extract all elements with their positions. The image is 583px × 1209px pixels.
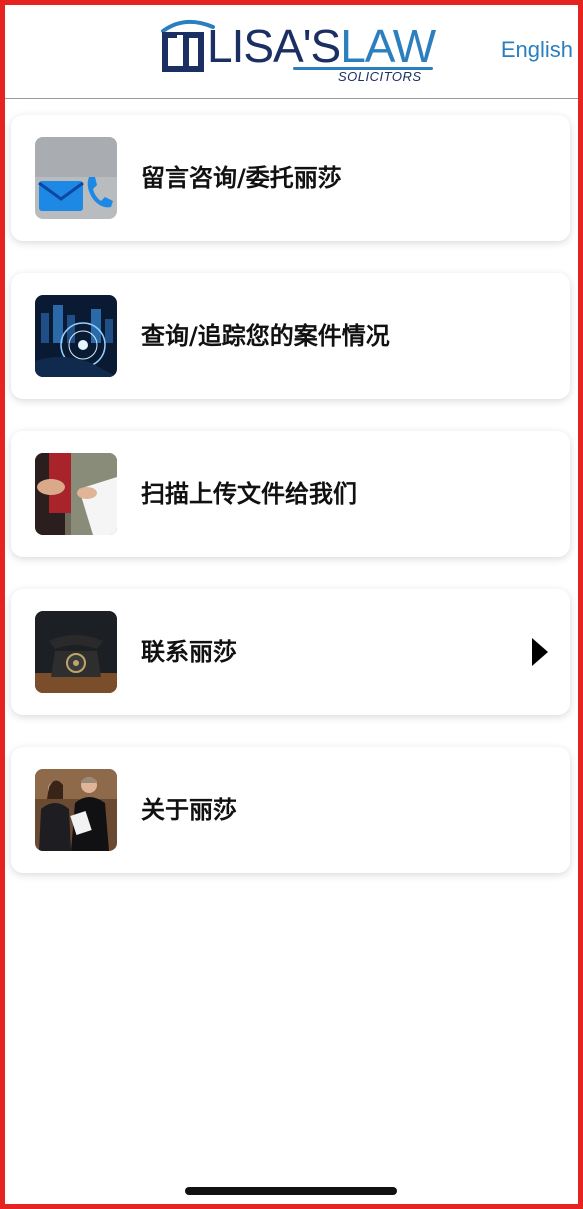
- logo-wordmark: LISA'SLAW: [207, 20, 436, 72]
- menu-item-label: 查询/追踪您的案件情况: [141, 322, 390, 350]
- english-language-link[interactable]: English: [501, 37, 573, 63]
- logo-subtitle: SOLICITORS: [338, 69, 422, 84]
- menu-item-track-case[interactable]: 查询/追踪您的案件情况: [11, 273, 570, 399]
- menu-item-consult[interactable]: 留言咨询/委托丽莎: [11, 115, 570, 241]
- home-indicator[interactable]: [185, 1187, 397, 1195]
- network-city-icon: [35, 295, 117, 377]
- menu-item-label: 联系丽莎: [141, 638, 237, 666]
- menu-item-upload-docs[interactable]: 扫描上传文件给我们: [11, 431, 570, 557]
- lawyers-icon: [35, 769, 117, 851]
- menu-item-about[interactable]: 关于丽莎: [11, 747, 570, 873]
- telephone-icon: [35, 611, 117, 693]
- menu-item-contact[interactable]: 联系丽莎: [11, 589, 570, 715]
- logo-law: LAW: [340, 20, 436, 72]
- menu-item-label: 留言咨询/委托丽莎: [141, 164, 342, 192]
- logo-brand: LISA'S: [207, 20, 341, 72]
- chevron-right-icon[interactable]: [532, 638, 548, 666]
- menu-item-label: 关于丽莎: [141, 796, 237, 824]
- app-header: LISA'SLAW SOLICITORS English: [5, 5, 578, 99]
- lisas-law-logo[interactable]: LISA'SLAW SOLICITORS: [155, 17, 436, 89]
- document-handover-icon: [35, 453, 117, 535]
- menu-item-label: 扫描上传文件给我们: [141, 480, 357, 508]
- message-phone-icon: [35, 137, 117, 219]
- app-screen: LISA'SLAW SOLICITORS English 留言咨询/委托丽莎 查…: [5, 5, 578, 1204]
